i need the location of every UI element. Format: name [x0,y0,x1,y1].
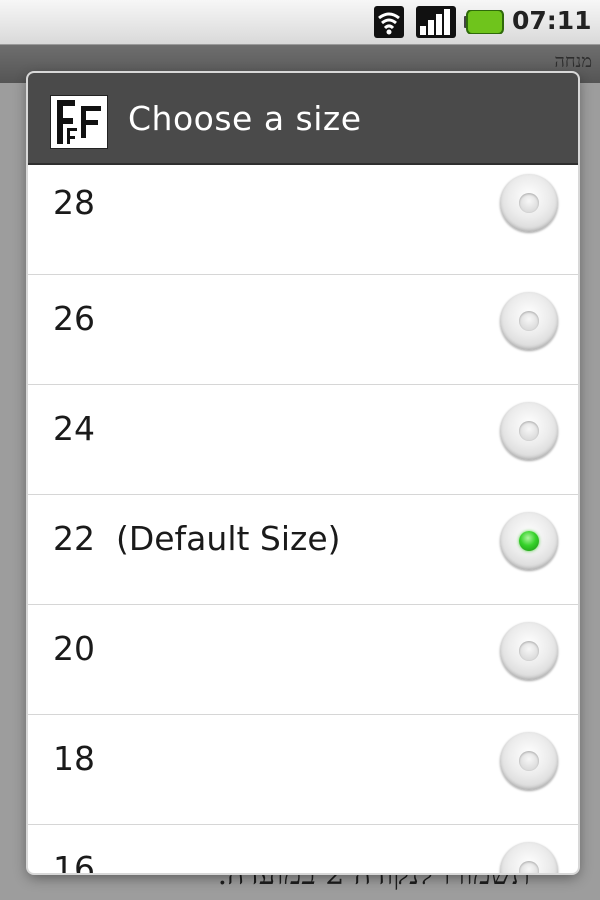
status-bar: 07:11 [0,0,600,45]
size-option-20[interactable]: 20 [28,605,578,715]
size-option-24[interactable]: 24 [28,385,578,495]
radio-button[interactable] [500,402,558,460]
size-option-label: 26 [53,299,95,338]
radio-button[interactable] [500,622,558,680]
size-option-22[interactable]: 22 (Default Size) [28,495,578,605]
radio-button[interactable] [500,842,558,873]
signal-icon [416,6,456,38]
radio-button-selected[interactable] [500,512,558,570]
background-header-text: מנחה [554,51,592,72]
size-option-26[interactable]: 26 [28,275,578,385]
battery-icon [464,10,504,34]
size-option-label: 20 [53,629,95,668]
dialog-title-bar: Choose a size [28,73,578,165]
size-options-list[interactable]: 28 26 24 22 (Default Size) 20 18 16 [28,165,578,873]
choose-size-dialog: Choose a size 28 26 24 22 (Default Size)… [28,73,578,873]
radio-button[interactable] [500,732,558,790]
status-clock: 07:11 [512,6,592,35]
wifi-icon [374,6,404,38]
size-option-label: 28 [53,183,95,222]
ff-app-icon [50,95,108,149]
size-option-28[interactable]: 28 [28,165,578,275]
dialog-title: Choose a size [128,99,362,138]
size-option-label: 22 (Default Size) [53,519,341,558]
size-option-16[interactable]: 16 [28,825,578,873]
size-option-label: 18 [53,739,95,778]
radio-button[interactable] [500,174,558,232]
radio-button[interactable] [500,292,558,350]
size-option-label: 16 [53,849,95,873]
size-option-label: 24 [53,409,95,448]
size-option-18[interactable]: 18 [28,715,578,825]
